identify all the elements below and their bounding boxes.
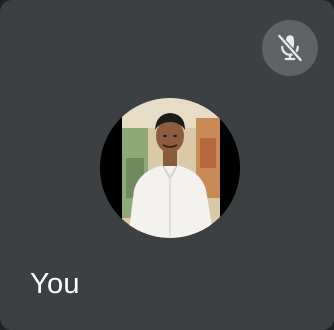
mic-off-button[interactable]: [262, 20, 318, 76]
mic-off-icon: [277, 33, 303, 63]
avatar: [100, 98, 240, 238]
participant-tile[interactable]: You: [0, 0, 334, 330]
avatar-photo: [100, 98, 240, 238]
participant-name: You: [30, 268, 80, 300]
